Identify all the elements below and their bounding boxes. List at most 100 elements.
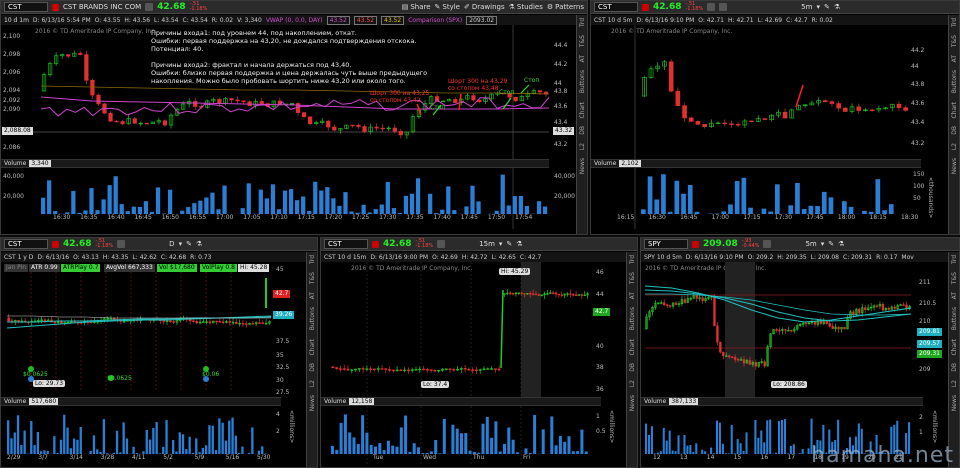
candle-body <box>453 99 458 103</box>
volume-bar <box>41 197 46 214</box>
chart-panel-4: CST 42.68 -.51 -1.18% 15m ▾ ✎ ⚗ CST 10 d … <box>320 237 638 468</box>
lo-label: Lo: 208.86 <box>771 381 807 388</box>
volume-unit: <thousands> <box>927 177 934 219</box>
volume-bar <box>89 450 92 454</box>
time-axis-tick: 15 <box>733 454 742 461</box>
candle-body <box>665 304 669 306</box>
volume-bar <box>221 422 224 454</box>
candle-body <box>475 369 478 372</box>
candle-body <box>572 294 575 296</box>
sidebar-ts[interactable]: T&S <box>951 35 958 47</box>
volume-bar <box>101 199 106 214</box>
volume-bar <box>571 451 575 454</box>
sidebar-at[interactable]: AT <box>629 292 636 299</box>
sidebar-db[interactable]: DB <box>951 363 958 372</box>
time-axis-tick: 2/29 <box>7 454 21 461</box>
volume-bar <box>397 213 403 214</box>
time-axis-tick: 17:54 <box>515 214 533 221</box>
volume-bar <box>409 193 415 214</box>
sidebar-trd[interactable]: Trd <box>579 18 586 27</box>
volume-bar <box>442 418 446 454</box>
volume-bar <box>343 192 348 214</box>
volume-bar <box>580 429 584 454</box>
sidebar-trd[interactable]: Trd <box>951 255 958 264</box>
after-hours-shade <box>725 262 755 397</box>
volume-bar <box>875 179 881 214</box>
sidebar-buttons[interactable]: Buttons <box>579 70 586 93</box>
sidebar-ts[interactable]: T&S <box>951 272 958 284</box>
volume-bar <box>536 201 542 214</box>
volume-bar <box>641 209 646 214</box>
sidebar-at[interactable]: AT <box>579 55 586 62</box>
time-axis-tick: 3/14 <box>69 454 83 461</box>
volume-bar <box>119 452 122 454</box>
sidebar-db[interactable]: DB <box>629 363 636 372</box>
sidebar-chart[interactable]: Chart <box>629 339 636 356</box>
sidebar-l2[interactable]: L2 <box>951 380 958 387</box>
sidebar-chart[interactable]: Chart <box>579 102 586 119</box>
sidebar-buttons[interactable]: Buttons <box>309 307 316 330</box>
candle-body <box>195 321 199 324</box>
sidebar-news[interactable]: News <box>951 395 958 411</box>
volume-bar <box>665 440 668 454</box>
volume-bar <box>798 453 801 454</box>
sidebar-chart[interactable]: Chart <box>309 339 316 356</box>
time-axis-tick: 17:00 <box>711 214 729 221</box>
volume-bar <box>365 432 369 454</box>
sidebar-news[interactable]: News <box>309 395 316 411</box>
volume-bar <box>524 205 530 214</box>
volume-bar <box>754 419 757 454</box>
sidebar-ts[interactable]: T&S <box>579 35 586 47</box>
time-axis-tick: 5/16 <box>225 454 240 461</box>
sidebar-at[interactable]: AT <box>309 292 316 299</box>
volume-bar <box>821 191 827 214</box>
sidebar-db[interactable]: DB <box>951 126 958 135</box>
volume-bar <box>842 201 847 214</box>
sidebar-news[interactable]: News <box>579 158 586 174</box>
sidebar-buttons[interactable]: Buttons <box>629 307 636 330</box>
sidebar-l2[interactable]: L2 <box>629 380 636 387</box>
volume-bar <box>647 176 653 214</box>
sidebar-l2[interactable]: L2 <box>309 380 316 387</box>
volume-bar <box>645 423 648 454</box>
chart5-canvas[interactable] <box>641 238 960 468</box>
chart2-canvas[interactable] <box>591 1 960 235</box>
sidebar-buttons[interactable]: Buttons <box>951 307 958 330</box>
sidebar-trd[interactable]: Trd <box>309 255 316 264</box>
sidebar-l2[interactable]: L2 <box>951 143 958 150</box>
stop-label-1: Стоп <box>430 104 446 111</box>
candle-body <box>43 319 47 322</box>
sidebar-ts[interactable]: T&S <box>309 272 316 284</box>
sidebar-db[interactable]: DB <box>309 363 316 372</box>
sidebar-news[interactable]: News <box>629 395 636 411</box>
volume-bar <box>554 445 558 454</box>
chart3-canvas[interactable] <box>1 238 318 468</box>
candle-body <box>580 294 583 296</box>
sidebar-at[interactable]: AT <box>951 292 958 299</box>
volume-bar <box>378 443 382 454</box>
sidebar-ts[interactable]: T&S <box>629 272 636 284</box>
volume-unit: <millions> <box>931 410 938 444</box>
volume-bar <box>178 432 181 454</box>
candle-body <box>701 297 704 301</box>
volume-bar <box>210 192 215 214</box>
chart4-canvas[interactable] <box>321 238 638 468</box>
candle-body <box>244 323 248 325</box>
volume-bar <box>16 415 20 454</box>
volume-bar <box>674 451 677 454</box>
sidebar-trd[interactable]: Trd <box>629 255 636 264</box>
candle-body <box>388 369 391 371</box>
sidebar-trd[interactable]: Trd <box>951 18 958 27</box>
sidebar-news[interactable]: News <box>951 158 958 174</box>
sidebar-db[interactable]: DB <box>579 126 586 135</box>
sidebar-chart[interactable]: Chart <box>951 102 958 119</box>
volume-bar <box>736 439 739 454</box>
sidebar-l2[interactable]: L2 <box>579 143 586 150</box>
candle-body <box>513 96 518 102</box>
sidebar-at[interactable]: AT <box>951 55 958 62</box>
sidebar-chart[interactable]: Chart <box>951 339 958 356</box>
time-axis-tick: 17:00 <box>216 214 234 221</box>
sidebar-buttons[interactable]: Buttons <box>951 70 958 93</box>
candle-body <box>828 323 831 327</box>
volume-bar <box>331 445 335 454</box>
